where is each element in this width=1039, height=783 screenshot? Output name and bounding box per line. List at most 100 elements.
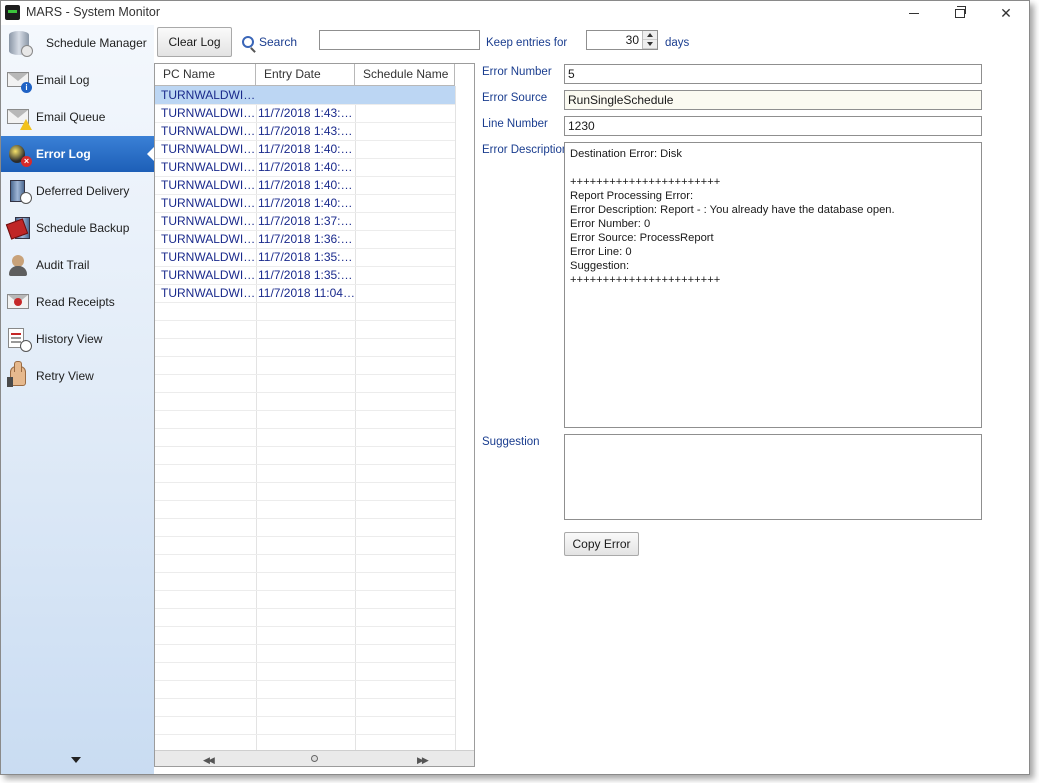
sidebar-item-retry-view[interactable]: Retry View	[1, 358, 154, 394]
suggestion-field[interactable]	[564, 434, 982, 520]
bug-error-icon: ×	[6, 141, 32, 167]
restore-button[interactable]	[937, 1, 983, 25]
sidebar-item-schedule-backup[interactable]: Schedule Backup	[1, 210, 154, 246]
sidebar-item-history-view[interactable]: History View	[1, 321, 154, 357]
keep-days-value[interactable]: 30	[626, 33, 639, 47]
sidebar-item-error-log[interactable]: × Error Log	[1, 136, 154, 172]
description-line: Error Source: ProcessReport	[570, 232, 714, 244]
cell-schedule-name	[355, 104, 455, 122]
cell-pc-name: TURNWALDWIN10	[161, 232, 256, 246]
sidebar-item-email-log[interactable]: i Email Log	[1, 62, 154, 98]
cell-schedule-name	[355, 248, 455, 266]
table-row[interactable]: TURNWALDWIN10 11/7/2018 11:04:5...	[155, 284, 455, 302]
description-line: Error Line: 0	[570, 246, 632, 258]
sidebar-item-label: Audit Trail	[36, 258, 90, 272]
cell-entry-date: 11/7/2018 1:43:05...	[258, 106, 355, 120]
sidebar-item-label: Read Receipts	[36, 295, 115, 309]
backup-book-icon	[5, 215, 32, 241]
error-source-label: Error Source	[482, 92, 548, 104]
keep-days-stepper[interactable]: 30	[586, 30, 658, 50]
cell-schedule-name	[355, 284, 455, 302]
database-icon	[6, 30, 33, 57]
sidebar-item-email-queue[interactable]: Email Queue	[1, 99, 154, 135]
row-divider	[155, 536, 455, 537]
cell-entry-date: 11/7/2018 1:36:44...	[258, 232, 355, 246]
cell-entry-date: 11/7/2018 1:35:49...	[258, 268, 355, 282]
stepper-down-icon[interactable]	[643, 40, 657, 49]
table-row[interactable]: TURNWALDWIN10 11/7/2018 1:40:21...	[155, 158, 455, 176]
sidebar-scroll-down-icon[interactable]	[71, 757, 81, 763]
clear-log-button[interactable]: Clear Log	[157, 27, 232, 57]
table-row[interactable]: TURNWALDWIN10 11/7/2018 1:36:44...	[155, 230, 455, 248]
row-divider	[155, 446, 455, 447]
search-input[interactable]	[319, 30, 480, 50]
scroll-right-icon[interactable]: ▶▶	[417, 755, 429, 766]
description-line	[570, 161, 976, 175]
table-row[interactable]: TURNWALDWIN10 11/7/2018 1:40:25...	[155, 140, 455, 158]
minimize-button[interactable]	[891, 1, 937, 25]
sidebar-item-audit-trail[interactable]: Audit Trail	[1, 247, 154, 283]
restore-icon	[955, 5, 966, 18]
scroll-left-icon[interactable]: ◀◀	[203, 755, 215, 766]
description-line: +++++++++++++++++++++++	[570, 176, 721, 188]
error-number-field[interactable]: 5	[564, 64, 982, 84]
search-label: Search	[259, 35, 298, 49]
close-button[interactable]: ✕	[983, 1, 1029, 25]
scroll-thumb[interactable]	[311, 755, 318, 762]
table-row[interactable]: TURNWALDWIN10 11/7/2018 1:37:24...	[155, 212, 455, 230]
row-divider	[155, 302, 455, 303]
suggestion-label: Suggestion	[482, 436, 540, 448]
sidebar-item-label: Deferred Delivery	[36, 184, 130, 198]
cell-schedule-name	[355, 140, 455, 158]
sidebar-item-read-receipts[interactable]: Read Receipts	[1, 284, 154, 320]
table-row[interactable]: TURNWALDWIN10	[155, 86, 455, 104]
description-line: Error Number: 0	[570, 218, 651, 230]
cell-pc-name: TURNWALDWIN10	[161, 160, 256, 174]
table-row[interactable]: TURNWALDWIN10 11/7/2018 1:43:05...	[155, 104, 455, 122]
cell-pc-name: TURNWALDWIN10	[161, 286, 256, 300]
table-row[interactable]: TURNWALDWIN10 11/7/2018 1:40:07...	[155, 176, 455, 194]
copy-error-button[interactable]: Copy Error	[564, 532, 639, 556]
line-number-field[interactable]: 1230	[564, 116, 982, 136]
cell-schedule-name	[355, 212, 455, 230]
cell-pc-name: TURNWALDWIN10	[161, 142, 256, 156]
search-button[interactable]: Search	[242, 32, 297, 52]
sidebar-item-deferred-delivery[interactable]: Deferred Delivery	[1, 173, 154, 209]
cell-entry-date	[256, 86, 355, 104]
minimize-icon	[909, 12, 919, 14]
sidebar-item-schedule-manager[interactable]: Schedule Manager	[1, 25, 154, 61]
keep-entries-label: Keep entries for	[486, 37, 568, 49]
row-divider	[155, 662, 455, 663]
table-row[interactable]: TURNWALDWIN10 11/7/2018 1:35:55...	[155, 248, 455, 266]
sidebar-item-label: History View	[36, 332, 103, 346]
row-divider	[155, 590, 455, 591]
row-divider	[155, 392, 455, 393]
description-line: Report Processing Error:	[570, 190, 694, 202]
row-divider	[155, 680, 455, 681]
error-number-label: Error Number	[482, 66, 552, 78]
sealed-envelope-icon	[6, 289, 32, 315]
column-header-schedule-name[interactable]: Schedule Name	[355, 64, 455, 86]
cell-entry-date: 11/7/2018 1:40:07...	[258, 178, 355, 192]
row-divider	[155, 356, 455, 357]
description-line: Destination Error: Disk	[570, 148, 682, 160]
cell-entry-date: 11/7/2018 1:43:02...	[258, 124, 355, 138]
app-window: MARS - System Monitor ✕ Schedule Manager…	[0, 0, 1030, 775]
column-header-pc-name[interactable]: PC Name	[155, 64, 256, 86]
row-divider	[155, 500, 455, 501]
table-row[interactable]: TURNWALDWIN10 11/7/2018 1:35:49...	[155, 266, 455, 284]
description-line: Suggestion:	[570, 260, 630, 272]
error-source-field[interactable]: RunSingleSchedule	[564, 90, 982, 110]
column-header-entry-date[interactable]: Entry Date	[256, 64, 355, 86]
row-divider	[155, 428, 455, 429]
history-clock-icon	[6, 326, 32, 352]
table-row[interactable]: TURNWALDWIN10 11/7/2018 1:40:02...	[155, 194, 455, 212]
row-divider	[155, 572, 455, 573]
horizontal-scrollbar[interactable]: ◀◀ ▶▶	[155, 750, 474, 766]
error-description-field[interactable]: Destination Error: Disk +++++++++++++++++…	[564, 142, 982, 428]
stepper-up-icon[interactable]	[643, 31, 657, 40]
thumbs-up-icon	[6, 361, 32, 389]
table-row[interactable]: TURNWALDWIN10 11/7/2018 1:43:02...	[155, 122, 455, 140]
row-divider	[155, 734, 455, 735]
table-header: PC Name Entry Date Schedule Name	[155, 64, 455, 86]
